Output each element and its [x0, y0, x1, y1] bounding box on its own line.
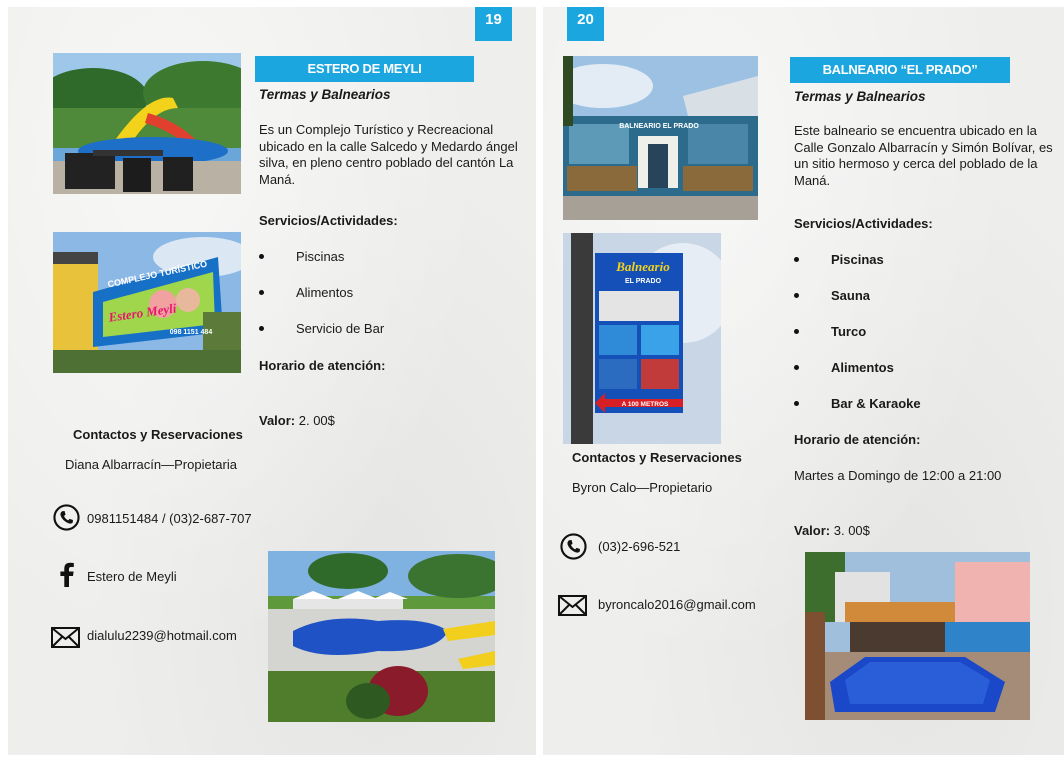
sign-phone: 098 1151 484 [170, 329, 213, 336]
phone-number: (03)2-696-521 [598, 539, 681, 554]
phone-icon [53, 504, 80, 531]
bullet [259, 254, 264, 259]
sign-arrow-text: A 100 METROS [622, 401, 669, 408]
page-number: 20 [567, 7, 604, 41]
place-title: ESTERO DE MEYLI [255, 56, 474, 82]
owner: Diana Albarracín—Propietaria [65, 457, 237, 472]
category: Termas y Balnearios [794, 89, 926, 104]
page-19: 19 COMPLEJO TURÍSTICO Estero Meyli 098 1… [8, 7, 536, 755]
bullet [259, 290, 264, 295]
description: Este balneario se encuentra ubicado en l… [794, 123, 1053, 188]
email: dialulu2239@hotmail.com [87, 628, 237, 643]
hours: Martes a Domingo de 12:00 a 21:00 [794, 468, 1002, 483]
bullet [794, 329, 799, 334]
services-heading: Servicios/Actividades: [794, 216, 933, 231]
photo-complex-sign: COMPLEJO TURÍSTICO Estero Meyli 098 1151… [53, 232, 241, 373]
facade-sign: BALNEARIO EL PRADO [619, 123, 699, 130]
facebook-icon [58, 561, 75, 587]
sign-title: Balneario [615, 259, 670, 274]
page-20: 20 BALNEARIO EL PRADO Balneario EL PRADO… [543, 7, 1064, 755]
bullet [259, 326, 264, 331]
bullet [794, 293, 799, 298]
phone-numbers: 0981151484 / (03)2-687-707 [87, 511, 252, 526]
phone-icon [560, 533, 587, 560]
mail-icon [51, 627, 80, 648]
email: byroncalo2016@gmail.com [598, 597, 756, 612]
mail-icon [558, 595, 587, 616]
owner: Byron Calo—Propietario [572, 480, 713, 495]
hours-heading: Horario de atención: [259, 358, 386, 373]
photo-pool-building [805, 552, 1030, 720]
photo-water-slides [53, 53, 241, 194]
bullet [794, 257, 799, 262]
bullet [794, 401, 799, 406]
photo-roadside-sign: Balneario EL PRADO A 100 METROS [563, 233, 721, 444]
price: Valor: 2. 00$ [259, 413, 335, 428]
price: Valor: 3. 00$ [794, 523, 870, 538]
services-heading: Servicios/Actividades: [259, 213, 398, 228]
contacts-heading: Contactos y Reservaciones [572, 450, 742, 465]
description: Es un Complejo Turístico y Recreacional … [259, 122, 518, 187]
photo-facade: BALNEARIO EL PRADO [563, 56, 758, 220]
photo-pool [268, 551, 495, 722]
hours-heading: Horario de atención: [794, 432, 921, 447]
page-number: 19 [475, 7, 512, 41]
bullet [794, 365, 799, 370]
sign-subtitle: EL PRADO [625, 278, 662, 285]
facebook-page: Estero de Meyli [87, 569, 177, 584]
category: Termas y Balnearios [259, 87, 391, 102]
place-title: BALNEARIO “EL PRADO” [790, 57, 1010, 83]
contacts-heading: Contactos y Reservaciones [73, 427, 243, 442]
